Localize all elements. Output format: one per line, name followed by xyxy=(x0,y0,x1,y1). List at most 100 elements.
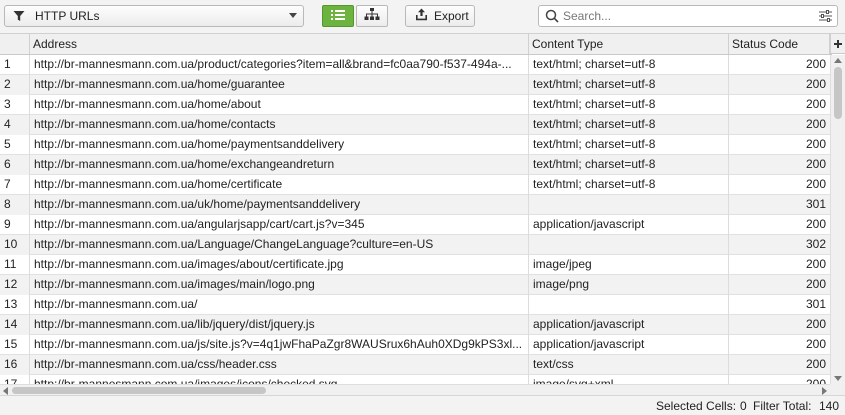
vertical-scrollbar[interactable] xyxy=(830,55,845,384)
tree-view-button[interactable] xyxy=(356,5,388,27)
status-code-cell[interactable]: 301 xyxy=(729,195,830,215)
address-cell[interactable]: http://br-mannesmann.com.ua/home/contact… xyxy=(30,115,529,135)
status-code-cell[interactable]: 200 xyxy=(729,215,830,235)
row-number-cell[interactable]: 13 xyxy=(0,295,30,315)
table-row[interactable]: 14 http://br-mannesmann.com.ua/lib/jquery… xyxy=(0,315,830,335)
address-cell[interactable]: http://br-mannesmann.com.ua/home/certifi… xyxy=(30,175,529,195)
table-row[interactable]: 9 http://br-mannesmann.com.ua/angularjsap… xyxy=(0,215,830,235)
row-number-cell[interactable]: 2 xyxy=(0,75,30,95)
table-row[interactable]: 3 http://br-mannesmann.com.ua/home/about t… xyxy=(0,95,830,115)
content-type-cell[interactable] xyxy=(529,295,729,315)
content-type-cell[interactable]: text/html; charset=utf-8 xyxy=(529,55,729,75)
column-header-address[interactable]: Address xyxy=(30,34,529,54)
row-number-cell[interactable]: 12 xyxy=(0,275,30,295)
content-type-cell[interactable]: image/svg+xml xyxy=(529,375,729,384)
row-number-cell[interactable]: 15 xyxy=(0,335,30,355)
status-code-cell[interactable]: 200 xyxy=(729,255,830,275)
address-cell[interactable]: http://br-mannesmann.com.ua/home/guarant… xyxy=(30,75,529,95)
row-number-cell[interactable]: 14 xyxy=(0,315,30,335)
address-cell[interactable]: http://br-mannesmann.com.ua/images/main/… xyxy=(30,275,529,295)
address-cell[interactable]: http://br-mannesmann.com.ua/images/icons… xyxy=(30,375,529,384)
row-number-cell[interactable]: 6 xyxy=(0,155,30,175)
status-code-cell[interactable]: 200 xyxy=(729,275,830,295)
status-code-cell[interactable]: 200 xyxy=(729,355,830,375)
status-code-cell[interactable]: 200 xyxy=(729,55,830,75)
scroll-down-icon[interactable] xyxy=(834,376,842,381)
row-number-cell[interactable]: 10 xyxy=(0,235,30,255)
column-header-status-code[interactable]: Status Code xyxy=(729,34,830,54)
address-cell[interactable]: http://br-mannesmann.com.ua/uk/home/paym… xyxy=(30,195,529,215)
content-type-cell[interactable]: text/css xyxy=(529,355,729,375)
export-button[interactable]: Export xyxy=(405,5,475,27)
table-row[interactable]: 2 http://br-mannesmann.com.ua/home/guaran… xyxy=(0,75,830,95)
address-cell[interactable]: http://br-mannesmann.com.ua/css/header.c… xyxy=(30,355,529,375)
table-row[interactable]: 5 http://br-mannesmann.com.ua/home/paymen… xyxy=(0,135,830,155)
status-code-cell[interactable]: 200 xyxy=(729,75,830,95)
table-row[interactable]: 10 http://br-mannesmann.com.ua/Language/C… xyxy=(0,235,830,255)
row-number-cell[interactable]: 5 xyxy=(0,135,30,155)
address-cell[interactable]: http://br-mannesmann.com.ua/js/site.js?v… xyxy=(30,335,529,355)
content-type-cell[interactable]: application/javascript xyxy=(529,215,729,235)
add-column-button[interactable] xyxy=(830,34,845,54)
content-type-cell[interactable]: text/html; charset=utf-8 xyxy=(529,75,729,95)
status-code-cell[interactable]: 302 xyxy=(729,235,830,255)
column-header-content-type[interactable]: Content Type xyxy=(529,34,729,54)
content-type-cell[interactable]: text/html; charset=utf-8 xyxy=(529,95,729,115)
status-code-cell[interactable]: 200 xyxy=(729,335,830,355)
status-code-cell[interactable]: 301 xyxy=(729,295,830,315)
content-type-cell[interactable]: application/javascript xyxy=(529,315,729,335)
row-number-cell[interactable]: 11 xyxy=(0,255,30,275)
row-number-cell[interactable]: 3 xyxy=(0,95,30,115)
row-number-cell[interactable]: 7 xyxy=(0,175,30,195)
row-number-cell[interactable]: 8 xyxy=(0,195,30,215)
search-box[interactable] xyxy=(538,5,838,27)
scroll-up-icon[interactable] xyxy=(834,58,842,63)
table-row[interactable]: 8 http://br-mannesmann.com.ua/uk/home/pay… xyxy=(0,195,830,215)
table-row[interactable]: 6 http://br-mannesmann.com.ua/home/exchan… xyxy=(0,155,830,175)
table-row[interactable]: 17 http://br-mannesmann.com.ua/images/ico… xyxy=(0,375,830,384)
address-cell[interactable]: http://br-mannesmann.com.ua/product/cate… xyxy=(30,55,529,75)
row-number-cell[interactable]: 16 xyxy=(0,355,30,375)
address-cell[interactable]: http://br-mannesmann.com.ua/images/about… xyxy=(30,255,529,275)
vertical-scroll-thumb[interactable] xyxy=(834,67,842,119)
content-type-cell[interactable]: text/html; charset=utf-8 xyxy=(529,135,729,155)
status-code-cell[interactable]: 200 xyxy=(729,95,830,115)
row-number-cell[interactable]: 17 xyxy=(0,375,30,384)
status-code-cell[interactable]: 200 xyxy=(729,115,830,135)
table-row[interactable]: 12 http://br-mannesmann.com.ua/images/mai… xyxy=(0,275,830,295)
status-code-cell[interactable]: 200 xyxy=(729,135,830,155)
content-type-cell[interactable] xyxy=(529,235,729,255)
row-number-cell[interactable]: 9 xyxy=(0,215,30,235)
scroll-left-icon[interactable] xyxy=(3,387,8,395)
row-number-cell[interactable]: 1 xyxy=(0,55,30,75)
horizontal-scroll-thumb[interactable] xyxy=(12,387,266,394)
address-cell[interactable]: http://br-mannesmann.com.ua/ xyxy=(30,295,529,315)
address-cell[interactable]: http://br-mannesmann.com.ua/home/payment… xyxy=(30,135,529,155)
table-row[interactable]: 15 http://br-mannesmann.com.ua/js/site.js… xyxy=(0,335,830,355)
table-row[interactable]: 16 http://br-mannesmann.com.ua/css/header… xyxy=(0,355,830,375)
filter-dropdown[interactable]: HTTP URLs xyxy=(4,5,304,27)
address-cell[interactable]: http://br-mannesmann.com.ua/lib/jquery/d… xyxy=(30,315,529,335)
status-code-cell[interactable]: 200 xyxy=(729,175,830,195)
content-type-cell[interactable]: text/html; charset=utf-8 xyxy=(529,175,729,195)
content-type-cell[interactable]: text/html; charset=utf-8 xyxy=(529,115,729,135)
status-code-cell[interactable]: 200 xyxy=(729,155,830,175)
search-options-icon[interactable] xyxy=(819,10,832,22)
content-type-cell[interactable] xyxy=(529,195,729,215)
search-input[interactable] xyxy=(563,9,803,23)
status-code-cell[interactable]: 200 xyxy=(729,315,830,335)
content-type-cell[interactable]: image/jpeg xyxy=(529,255,729,275)
table-row[interactable]: 7 http://br-mannesmann.com.ua/home/certif… xyxy=(0,175,830,195)
content-type-cell[interactable]: text/html; charset=utf-8 xyxy=(529,155,729,175)
content-type-cell[interactable]: image/png xyxy=(529,275,729,295)
table-row[interactable]: 13 http://br-mannesmann.com.ua/301 xyxy=(0,295,830,315)
address-cell[interactable]: http://br-mannesmann.com.ua/angularjsapp… xyxy=(30,215,529,235)
scroll-right-icon[interactable] xyxy=(822,387,827,395)
address-cell[interactable]: http://br-mannesmann.com.ua/home/about xyxy=(30,95,529,115)
address-cell[interactable]: http://br-mannesmann.com.ua/Language/Cha… xyxy=(30,235,529,255)
table-row[interactable]: 11 http://br-mannesmann.com.ua/images/abo… xyxy=(0,255,830,275)
address-cell[interactable]: http://br-mannesmann.com.ua/home/exchang… xyxy=(30,155,529,175)
table-row[interactable]: 1 http://br-mannesmann.com.ua/product/cat… xyxy=(0,55,830,75)
table-row[interactable]: 4 http://br-mannesmann.com.ua/home/contac… xyxy=(0,115,830,135)
status-code-cell[interactable]: 200 xyxy=(729,375,830,384)
